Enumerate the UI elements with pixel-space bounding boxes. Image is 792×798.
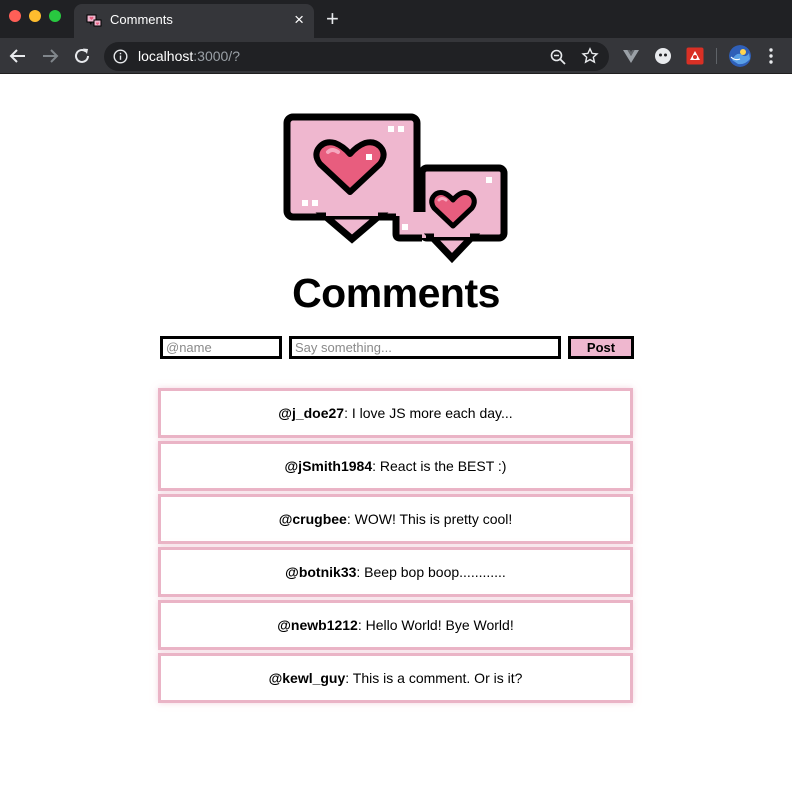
comment-text: : WOW! This is pretty cool! — [346, 511, 513, 527]
comment-item: @botnik33: Beep bop boop............ — [158, 547, 633, 597]
comment-list: @j_doe27: I love JS more each day... @jS… — [158, 388, 633, 706]
page-title: Comments — [292, 270, 500, 316]
comment-author: @j_doe27 — [278, 405, 345, 421]
comment-text: : React is the BEST :) — [372, 458, 507, 474]
address-bar[interactable]: localhost:3000/? — [104, 42, 609, 71]
tab-close-icon[interactable]: × — [294, 10, 304, 30]
comment-text: : This is a comment. Or is it? — [345, 670, 523, 686]
ghost-extension-icon[interactable] — [654, 47, 672, 65]
browser-titlebar: Comments × + — [0, 0, 792, 38]
vue-devtools-icon[interactable] — [622, 47, 640, 65]
forward-arrow-icon[interactable] — [39, 45, 61, 67]
comment-author: @kewl_guy — [268, 670, 346, 686]
comment-item: @newb1212: Hello World! Bye World! — [158, 600, 633, 650]
profile-avatar-icon[interactable] — [729, 45, 751, 67]
comment-author: @jSmith1984 — [284, 458, 373, 474]
zoom-out-icon[interactable] — [549, 48, 567, 66]
window-maximize-button[interactable] — [49, 10, 61, 22]
comment-item: @j_doe27: I love JS more each day... — [158, 388, 633, 438]
window-minimize-button[interactable] — [29, 10, 41, 22]
browser-toolbar: localhost:3000/? — [0, 38, 792, 74]
comment-text: : I love JS more each day... — [344, 405, 513, 421]
post-button[interactable]: Post — [568, 336, 634, 359]
comment-author: @crugbee — [278, 511, 347, 527]
new-tab-button[interactable]: + — [326, 6, 339, 32]
reload-icon[interactable] — [71, 45, 93, 67]
name-input[interactable] — [160, 336, 282, 359]
tab-title: Comments — [110, 12, 173, 27]
message-input[interactable] — [289, 336, 561, 359]
window-close-button[interactable] — [9, 10, 21, 22]
url-host: localhost — [138, 48, 194, 64]
comment-item: @jSmith1984: React is the BEST :) — [158, 441, 633, 491]
chat-hearts-favicon-icon — [86, 14, 102, 27]
url-text: localhost:3000/? — [138, 48, 240, 64]
red-extension-icon[interactable] — [686, 47, 704, 65]
bookmark-star-icon[interactable] — [581, 47, 599, 65]
toolbar-divider — [716, 48, 717, 64]
more-menu-icon[interactable] — [764, 46, 778, 66]
comment-text: : Beep bop boop............ — [356, 564, 506, 580]
comment-text: : Hello World! Bye World! — [357, 617, 514, 633]
comment-item: @crugbee: WOW! This is pretty cool! — [158, 494, 633, 544]
back-arrow-icon[interactable] — [7, 45, 29, 67]
info-icon[interactable] — [113, 49, 128, 64]
chat-hearts-logo-icon — [283, 113, 508, 264]
comment-author: @botnik33 — [285, 564, 357, 580]
comment-author: @newb1212 — [277, 617, 358, 633]
url-path: :3000/? — [193, 48, 240, 64]
comment-item: @kewl_guy: This is a comment. Or is it? — [158, 653, 633, 703]
browser-tab[interactable]: Comments × — [74, 4, 314, 38]
